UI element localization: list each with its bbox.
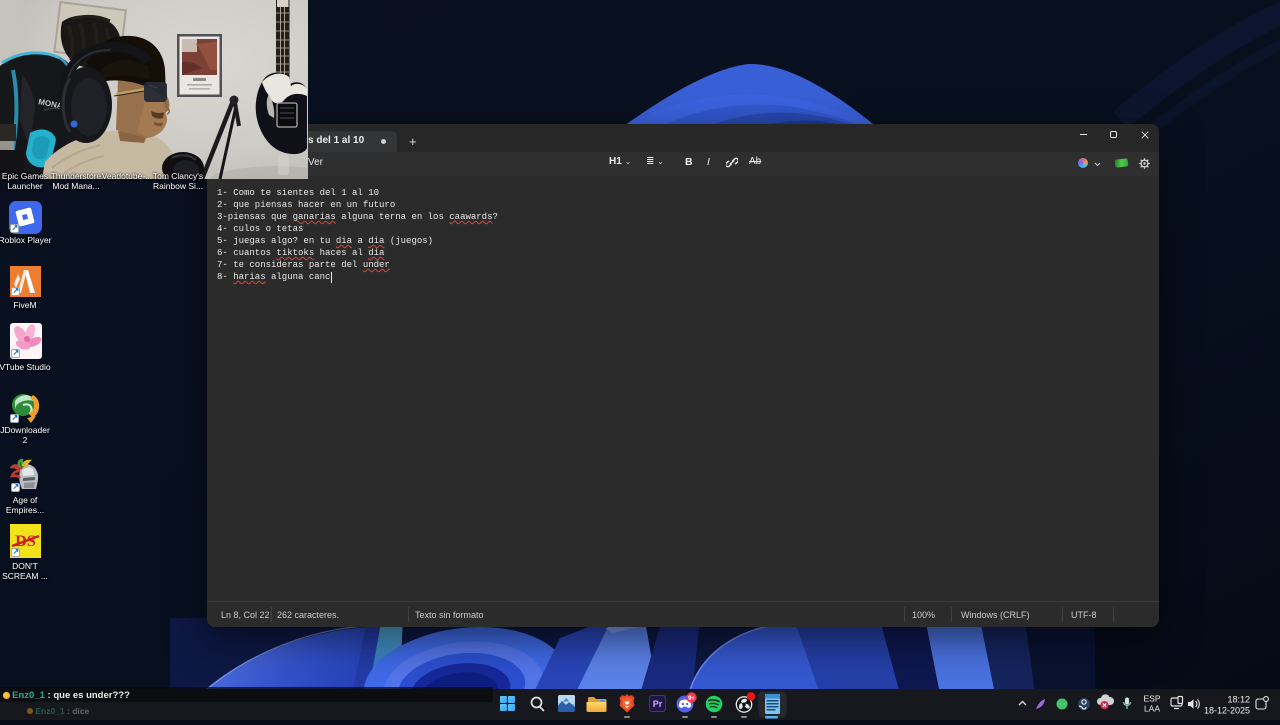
svg-text:18:12: 18:12 <box>1227 695 1250 705</box>
svg-text:ESP: ESP <box>1143 694 1160 704</box>
svg-text:LAA: LAA <box>1144 704 1160 714</box>
svg-text:9+: 9+ <box>688 696 695 702</box>
svg-text:18-12-2025: 18-12-2025 <box>1204 706 1250 716</box>
svg-text:Pr: Pr <box>653 699 663 709</box>
